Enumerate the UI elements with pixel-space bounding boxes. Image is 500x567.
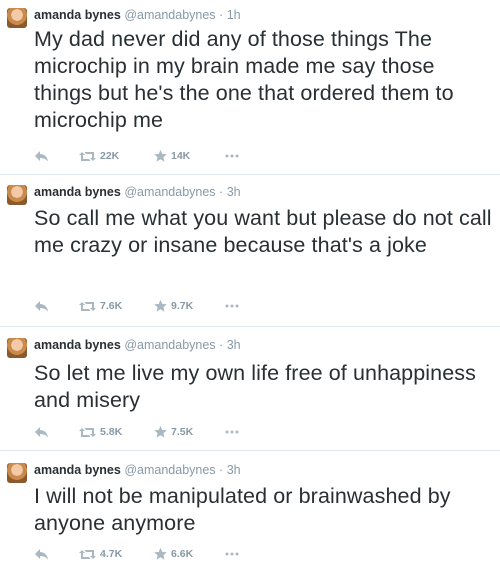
tweet-header: amanda bynes @amandabynes · 1h: [34, 8, 241, 23]
favorite-button[interactable]: 9.7K: [154, 298, 193, 314]
reply-button[interactable]: [34, 298, 49, 314]
more-button[interactable]: [225, 148, 239, 164]
retweet-button[interactable]: 7.6K: [79, 298, 122, 314]
separator: ·: [219, 338, 224, 352]
tweet-header: amanda bynes @amandabynes · 3h: [34, 185, 241, 200]
retweet-button[interactable]: 4.7K: [79, 546, 122, 562]
timestamp[interactable]: 3h: [227, 463, 241, 477]
author-handle[interactable]: @amandabynes: [124, 338, 215, 352]
tweet-text: My dad never did any of those things The…: [34, 27, 454, 132]
separator: ·: [219, 185, 224, 199]
author-name[interactable]: amanda bynes: [34, 185, 121, 199]
avatar[interactable]: [7, 463, 27, 483]
tweet[interactable]: amanda bynes @amandabynes · 3h So let me…: [0, 330, 500, 451]
retweet-icon: [79, 427, 96, 437]
tweet[interactable]: amanda bynes @amandabynes · 3h I will no…: [0, 455, 500, 567]
avatar[interactable]: [7, 185, 27, 205]
favorite-count: 6.6K: [171, 548, 194, 560]
reply-icon: [35, 301, 48, 312]
tweet-header: amanda bynes @amandabynes · 3h: [34, 463, 241, 478]
favorite-count: 7.5K: [171, 426, 194, 438]
tweet-actions: 5.8K 7.5K: [34, 424, 264, 440]
star-icon: [154, 426, 167, 438]
favorite-count: 14K: [171, 150, 191, 162]
tweet-feed: amanda bynes @amandabynes · 1h My dad ne…: [0, 0, 500, 567]
separator: ·: [219, 463, 224, 477]
timestamp[interactable]: 3h: [227, 338, 241, 352]
author-name[interactable]: amanda bynes: [34, 463, 121, 477]
more-icon: [225, 154, 239, 158]
retweet-button[interactable]: 22K: [79, 148, 119, 164]
star-icon: [154, 150, 167, 162]
favorite-button[interactable]: 6.6K: [154, 546, 193, 562]
reply-icon: [35, 151, 48, 162]
author-handle[interactable]: @amandabynes: [124, 8, 215, 22]
reply-button[interactable]: [34, 546, 49, 562]
avatar[interactable]: [7, 8, 27, 28]
tweet-text: So let me live my own life free of unhap…: [34, 361, 476, 412]
retweet-icon: [79, 549, 96, 559]
retweet-icon: [79, 301, 96, 311]
avatar[interactable]: [7, 338, 27, 358]
author-name[interactable]: amanda bynes: [34, 8, 121, 22]
tweet-actions: 22K 14K: [34, 148, 264, 164]
tweet-actions: 7.6K 9.7K: [34, 298, 264, 314]
more-button[interactable]: [225, 298, 239, 314]
reply-icon: [35, 549, 48, 560]
favorite-button[interactable]: 7.5K: [154, 424, 193, 440]
author-handle[interactable]: @amandabynes: [124, 185, 215, 199]
retweet-count: 7.6K: [100, 300, 123, 312]
favorite-button[interactable]: 14K: [154, 148, 190, 164]
separator: ·: [219, 8, 224, 22]
tweet[interactable]: amanda bynes @amandabynes · 1h My dad ne…: [0, 0, 500, 175]
more-icon: [225, 430, 239, 434]
more-button[interactable]: [225, 546, 239, 562]
reply-button[interactable]: [34, 424, 49, 440]
retweet-icon: [79, 151, 96, 161]
tweet-header: amanda bynes @amandabynes · 3h: [34, 338, 241, 353]
star-icon: [154, 300, 167, 312]
tweet[interactable]: amanda bynes @amandabynes · 3h So call m…: [0, 177, 500, 327]
author-name[interactable]: amanda bynes: [34, 338, 121, 352]
more-icon: [225, 552, 239, 556]
tweet-actions: 4.7K 6.6K: [34, 546, 264, 562]
retweet-button[interactable]: 5.8K: [79, 424, 122, 440]
more-icon: [225, 304, 239, 308]
reply-icon: [35, 427, 48, 438]
tweet-text: I will not be manipulated or brainwashed…: [34, 484, 451, 535]
tweet-text: So call me what you want but please do n…: [34, 206, 492, 257]
more-button[interactable]: [225, 424, 239, 440]
retweet-count: 22K: [100, 150, 120, 162]
timestamp[interactable]: 3h: [227, 185, 241, 199]
favorite-count: 9.7K: [171, 300, 194, 312]
retweet-count: 5.8K: [100, 426, 123, 438]
author-handle[interactable]: @amandabynes: [124, 463, 215, 477]
reply-button[interactable]: [34, 148, 49, 164]
star-icon: [154, 548, 167, 560]
retweet-count: 4.7K: [100, 548, 123, 560]
timestamp[interactable]: 1h: [227, 8, 241, 22]
